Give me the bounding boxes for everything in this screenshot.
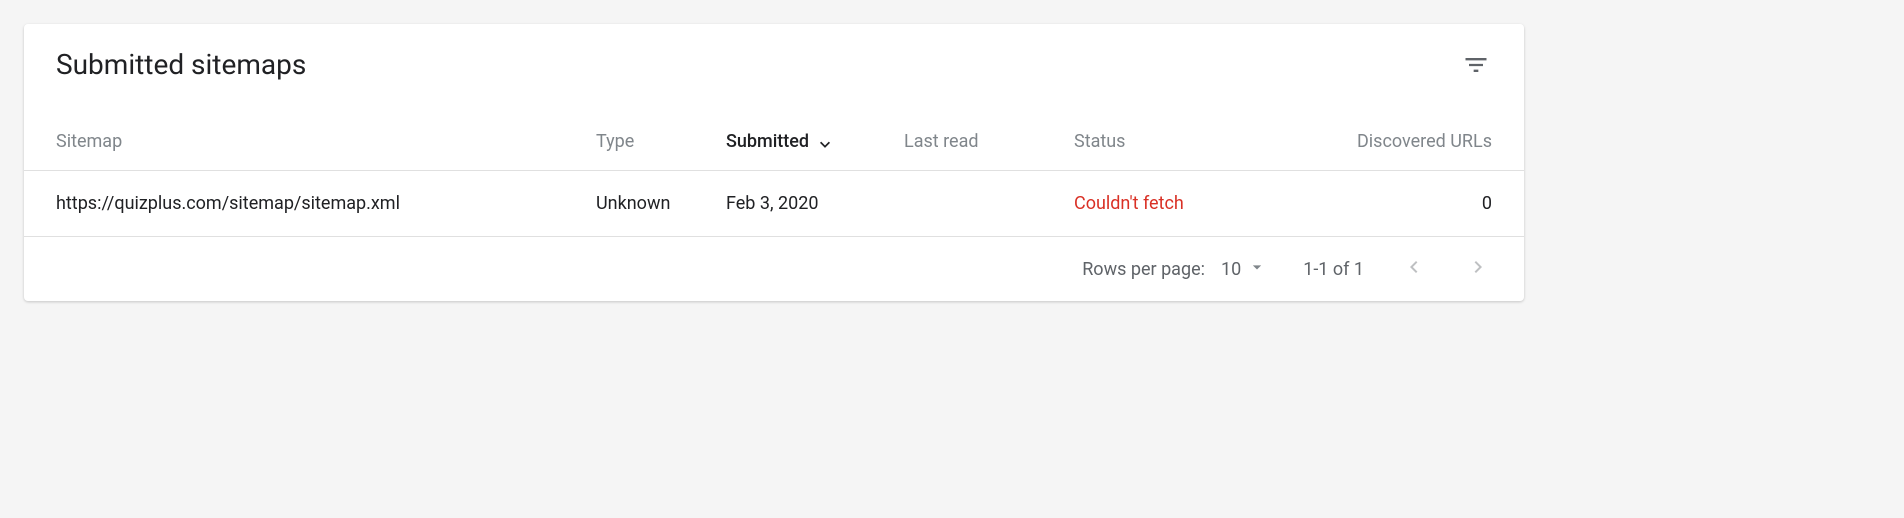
rows-per-page-select[interactable]: 10 bbox=[1221, 257, 1267, 282]
cell-sitemap: https://quizplus.com/sitemap/sitemap.xml bbox=[56, 193, 596, 214]
column-header-type-label: Type bbox=[596, 131, 634, 152]
column-header-submitted-label: Submitted bbox=[726, 131, 809, 152]
page-nav bbox=[1400, 255, 1492, 283]
card-header: Submitted sitemaps bbox=[24, 24, 1524, 89]
dropdown-icon bbox=[1247, 257, 1267, 282]
table-row[interactable]: https://quizplus.com/sitemap/sitemap.xml… bbox=[24, 171, 1524, 237]
filter-icon[interactable] bbox=[1460, 49, 1492, 81]
column-header-discovered-urls[interactable]: Discovered URLs bbox=[1274, 131, 1492, 152]
column-header-last-read-label: Last read bbox=[904, 131, 979, 152]
pagination-range: 1-1 of 1 bbox=[1303, 259, 1364, 280]
column-header-type[interactable]: Type bbox=[596, 131, 726, 152]
card-title: Submitted sitemaps bbox=[56, 48, 306, 81]
prev-page-button[interactable] bbox=[1400, 255, 1428, 283]
column-header-status[interactable]: Status bbox=[1074, 131, 1274, 152]
sort-descending-icon bbox=[815, 132, 835, 152]
column-header-submitted[interactable]: Submitted bbox=[726, 131, 904, 152]
cell-submitted: Feb 3, 2020 bbox=[726, 193, 904, 214]
sitemaps-table: Sitemap Type Submitted Last read Status bbox=[24, 89, 1524, 301]
rows-per-page-value: 10 bbox=[1221, 259, 1241, 280]
chevron-left-icon bbox=[1402, 255, 1426, 284]
pagination-bar: Rows per page: 10 1-1 of 1 bbox=[24, 237, 1524, 301]
rows-per-page: Rows per page: 10 bbox=[1082, 257, 1267, 282]
column-header-discovered-urls-label: Discovered URLs bbox=[1357, 131, 1492, 152]
cell-status: Couldn't fetch bbox=[1074, 193, 1274, 214]
sitemaps-card: Submitted sitemaps Sitemap Type Submitte… bbox=[24, 24, 1524, 301]
column-header-sitemap[interactable]: Sitemap bbox=[56, 131, 596, 152]
rows-per-page-label: Rows per page: bbox=[1082, 259, 1205, 280]
column-header-status-label: Status bbox=[1074, 131, 1125, 152]
cell-type: Unknown bbox=[596, 193, 726, 214]
cell-discovered-urls: 0 bbox=[1274, 193, 1492, 214]
chevron-right-icon bbox=[1466, 255, 1490, 284]
next-page-button[interactable] bbox=[1464, 255, 1492, 283]
table-header-row: Sitemap Type Submitted Last read Status bbox=[24, 89, 1524, 171]
column-header-last-read[interactable]: Last read bbox=[904, 131, 1074, 152]
column-header-sitemap-label: Sitemap bbox=[56, 131, 122, 152]
